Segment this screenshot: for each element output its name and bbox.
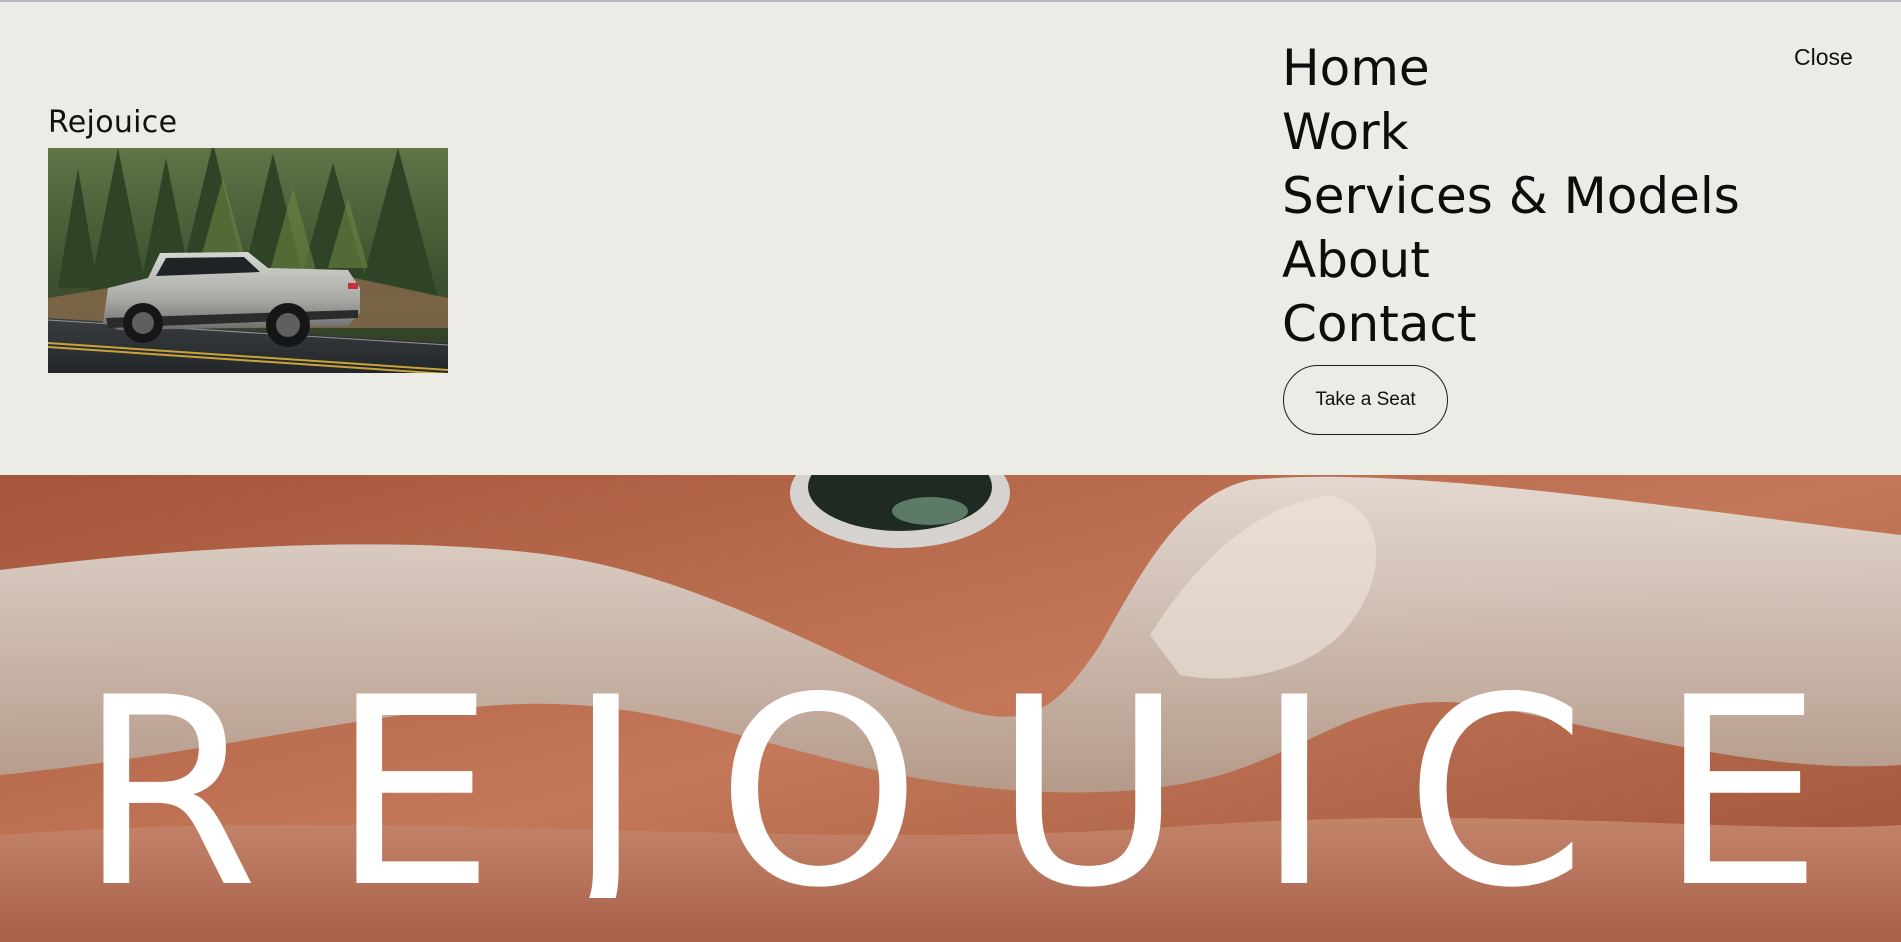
project-preview-image[interactable] bbox=[48, 148, 448, 373]
nav-item-services-models[interactable]: Services & Models bbox=[1282, 164, 1740, 228]
main-nav: Home Work Services & Models About Contac… bbox=[1282, 36, 1740, 356]
hero-wordmark: REJOUICE bbox=[78, 668, 1823, 898]
nav-item-about[interactable]: About bbox=[1282, 228, 1740, 292]
truck-on-road-image bbox=[48, 148, 448, 373]
hero-section: REJOUICE bbox=[0, 475, 1901, 942]
close-menu-button[interactable]: Close bbox=[1794, 44, 1853, 71]
nav-item-contact[interactable]: Contact bbox=[1282, 292, 1740, 356]
hero-wordmark-text: REJOUICE bbox=[78, 668, 1823, 898]
brand-name: Rejouice bbox=[48, 105, 178, 140]
nav-item-home[interactable]: Home bbox=[1282, 36, 1740, 100]
menu-overlay: Rejouice Home Work Services & Models Abo… bbox=[0, 2, 1901, 475]
take-a-seat-button[interactable]: Take a Seat bbox=[1283, 365, 1448, 435]
nav-item-work[interactable]: Work bbox=[1282, 100, 1740, 164]
